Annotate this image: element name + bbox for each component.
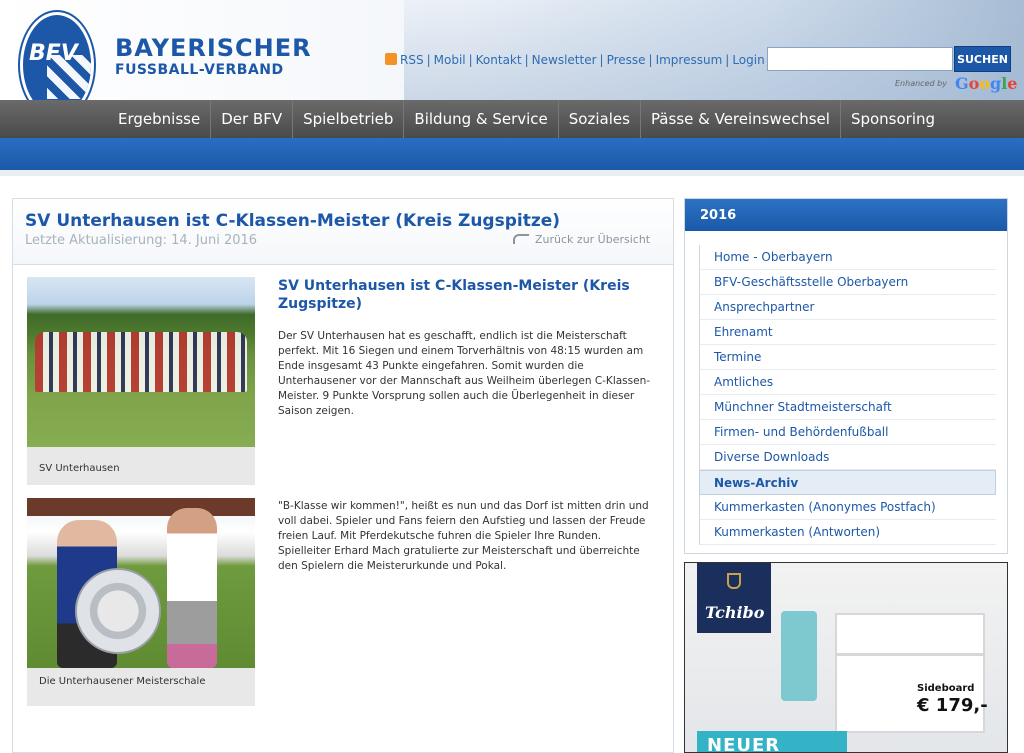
article-paragraph-2: "B-Klasse wir kommen!", heißt es nun und… — [278, 500, 649, 572]
advertisement[interactable]: Tchibo Sideboard € 179,- NEUER LOOK — [684, 562, 1008, 753]
site-header: BFV BAYERISCHER FUSSBALL-VERBAND RSS | Mob… — [0, 0, 1024, 100]
photo-trophy[interactable]: Die Unterhausener Meisterschale — [27, 498, 255, 706]
brand-name-line2[interactable]: FUSSBALL-VERBAND — [115, 62, 284, 78]
trophy-photo-image[interactable] — [27, 498, 255, 668]
nav-der-bfv[interactable]: Der BFV — [211, 100, 294, 138]
main-nav: Ergebnisse Der BFV Spielbetrieb Bildung … — [0, 100, 1024, 138]
article-panel: SV Unterhausen ist C-Klassen-Meister (Kr… — [12, 198, 674, 753]
sidebar-menu: Home - Oberbayern BFV-Geschäftsstelle Ob… — [699, 245, 996, 545]
sidebar-item-firmenfussball[interactable]: Firmen- und Behördenfußball — [699, 420, 996, 445]
link-newsletter[interactable]: Newsletter — [532, 53, 597, 67]
sidebar-item-termine[interactable]: Termine — [699, 345, 996, 370]
nav-spielbetrieb[interactable]: Spielbetrieb — [293, 100, 405, 138]
team-group — [35, 332, 247, 392]
photo-team[interactable]: SV Unterhausen — [27, 277, 255, 485]
back-arrow-icon — [513, 234, 529, 244]
team-photo-image[interactable] — [27, 277, 255, 447]
sidebar-item-stadtmeisterschaft[interactable]: Münchner Stadtmeisterschaft — [699, 395, 996, 420]
back-label: Zurück zur Übersicht — [535, 233, 651, 246]
link-login[interactable]: Login — [732, 53, 764, 67]
championship-plate — [75, 568, 161, 654]
sidebar-item-home-oberbayern[interactable]: Home - Oberbayern — [699, 245, 996, 270]
photo-caption: Die Unterhausener Meisterschale — [39, 676, 206, 687]
article-paragraph-1: Der SV Unterhausen hat es geschafft, end… — [278, 330, 651, 417]
sidebar: 2016 Home - Oberbayern BFV-Geschäftsstel… — [684, 198, 1008, 554]
nav-sponsoring[interactable]: Sponsoring — [841, 100, 945, 138]
sidebar-item-ehrenamt[interactable]: Ehrenamt — [699, 320, 996, 345]
link-mobil[interactable]: Mobil — [434, 53, 466, 67]
person-player — [167, 508, 217, 668]
sidebar-item-kummerkasten-postfach[interactable]: Kummerkasten (Anonymes Postfach) — [699, 495, 996, 520]
search-button[interactable]: SUCHEN — [954, 46, 1011, 72]
link-impressum[interactable]: Impressum — [656, 53, 723, 67]
article-title: SV Unterhausen ist C-Klassen-Meister (Kr… — [25, 211, 561, 231]
sidebar-item-amtliches[interactable]: Amtliches — [699, 370, 996, 395]
back-to-overview-link[interactable]: Zurück zur Übersicht — [513, 233, 650, 246]
nav-bildung-service[interactable]: Bildung & Service — [404, 100, 559, 138]
link-presse[interactable]: Presse — [607, 53, 646, 67]
article-header: SV Unterhausen ist C-Klassen-Meister (Kr… — [13, 199, 673, 265]
last-updated: Letzte Aktualisierung: 14. Juni 2016 — [25, 233, 258, 248]
cup-icon — [727, 573, 741, 589]
ad-banner: NEUER LOOK — [697, 731, 847, 752]
bfv-logo[interactable]: BFV — [20, 12, 94, 100]
link-rss[interactable]: RSS — [400, 53, 424, 67]
sidebar-year-heading: 2016 — [685, 199, 1007, 231]
link-kontakt[interactable]: Kontakt — [476, 53, 522, 67]
logo-text: BFV — [29, 41, 78, 66]
towel-image — [781, 611, 817, 701]
rss-icon[interactable] — [385, 53, 397, 65]
article-subtitle: SV Unterhausen ist C-Klassen-Meister (Kr… — [278, 278, 630, 312]
enhanced-by-label: Enhanced by — [895, 79, 947, 88]
sidebar-item-geschaeftsstelle[interactable]: BFV-Geschäftsstelle Oberbayern — [699, 270, 996, 295]
ad-brand: Tchibo — [705, 603, 765, 622]
sidebar-item-kummerkasten-antworten[interactable]: Kummerkasten (Antworten) — [699, 520, 996, 545]
ad-product: Sideboard — [917, 683, 975, 694]
ad-price: € 179,- — [917, 695, 988, 716]
brand-name-line1[interactable]: BAYERISCHER — [115, 34, 312, 62]
sidebar-item-ansprechpartner[interactable]: Ansprechpartner — [699, 295, 996, 320]
top-links: RSS | Mobil | Kontakt | Newsletter | Presse | Impr… — [385, 53, 765, 67]
tchibo-logo: Tchibo — [697, 563, 771, 633]
sidebar-item-news-archiv[interactable]: News-Archiv — [699, 470, 996, 495]
sub-nav-bar — [0, 138, 1024, 170]
search-input[interactable] — [767, 47, 953, 71]
nav-soziales[interactable]: Soziales — [559, 100, 641, 138]
google-logo: Google — [955, 74, 1018, 93]
sidebar-item-downloads[interactable]: Diverse Downloads — [699, 445, 996, 470]
nav-ergebnisse[interactable]: Ergebnisse — [108, 100, 212, 138]
nav-paesse-vereinswechsel[interactable]: Pässe & Vereinswechsel — [641, 100, 841, 138]
photo-caption: SV Unterhausen — [39, 463, 120, 474]
